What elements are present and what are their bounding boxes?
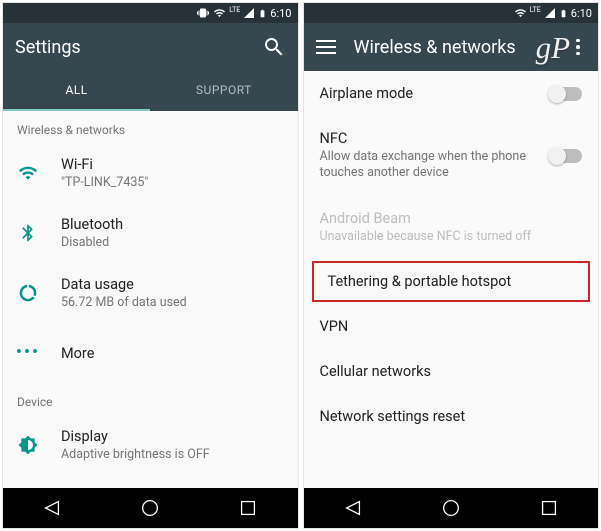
bluetooth-icon: [17, 222, 39, 244]
data-usage-title: Data usage: [61, 276, 284, 293]
settings-screen: LTE 6:10 Settings ALL SUPPORT Wireless &…: [2, 2, 299, 529]
wireless-networks-screen: LTE 6:10 Wireless & networks gP Airplane…: [303, 2, 600, 529]
vpn-item[interactable]: VPN: [304, 304, 599, 349]
status-bar: LTE 6:10: [304, 3, 599, 23]
app-bar: Wireless & networks: [304, 23, 599, 71]
wifi-title: Wi-Fi: [61, 156, 284, 173]
notifications-item[interactable]: Notifications All apps allowed to send: [3, 475, 298, 488]
nav-bar: [304, 488, 599, 528]
overview-button[interactable]: [237, 497, 259, 519]
bluetooth-item[interactable]: Bluetooth Disabled: [3, 203, 298, 263]
more-item[interactable]: ••• More: [3, 323, 298, 383]
hamburger-icon[interactable]: [316, 40, 336, 54]
clock: 6:10: [571, 7, 592, 20]
display-icon: [17, 434, 39, 456]
home-button[interactable]: [139, 497, 161, 519]
back-button[interactable]: [41, 497, 63, 519]
signal-icon: [243, 7, 255, 19]
wifi-setting-icon: [17, 162, 39, 184]
tethering-item[interactable]: Tethering & portable hotspot: [312, 261, 591, 302]
wifi-sub: "TP-LINK_7435": [61, 175, 284, 190]
beam-title: Android Beam: [320, 210, 583, 227]
lte-label: LTE: [229, 6, 240, 14]
display-sub: Adaptive brightness is OFF: [61, 447, 284, 462]
battery-icon: [258, 7, 267, 20]
home-button[interactable]: [440, 497, 462, 519]
tab-all[interactable]: ALL: [3, 71, 150, 111]
bluetooth-title: Bluetooth: [61, 216, 284, 233]
wireless-list: Airplane mode NFC Allow data exchange wh…: [304, 71, 599, 488]
signal-icon: [544, 7, 556, 19]
nfc-item[interactable]: NFC Allow data exchange when the phone t…: [304, 116, 599, 196]
beam-sub: Unavailable because NFC is turned off: [320, 229, 583, 245]
data-usage-item[interactable]: Data usage 56.72 MB of data used: [3, 263, 298, 323]
wifi-icon: [514, 7, 527, 19]
overview-button[interactable]: [538, 497, 560, 519]
page-title: Settings: [15, 37, 262, 58]
cellular-title: Cellular networks: [320, 363, 583, 380]
nav-bar: [3, 488, 298, 528]
nfc-title: NFC: [320, 130, 539, 147]
wifi-item[interactable]: Wi-Fi "TP-LINK_7435": [3, 143, 298, 203]
more-icon: •••: [17, 342, 39, 364]
clock: 6:10: [270, 7, 291, 20]
back-button[interactable]: [342, 497, 364, 519]
data-usage-sub: 56.72 MB of data used: [61, 295, 284, 310]
network-reset-item[interactable]: Network settings reset: [304, 394, 599, 439]
section-header-device: Device: [3, 383, 298, 415]
nfc-toggle[interactable]: [550, 149, 582, 163]
data-usage-icon: [17, 282, 39, 304]
airplane-mode-item[interactable]: Airplane mode: [304, 71, 599, 116]
nfc-sub: Allow data exchange when the phone touch…: [320, 149, 539, 182]
section-header-wireless: Wireless & networks: [3, 111, 298, 143]
app-bar: Settings ALL SUPPORT: [3, 23, 298, 111]
page-title: Wireless & networks: [354, 37, 571, 58]
reset-title: Network settings reset: [320, 408, 583, 425]
status-bar: LTE 6:10: [3, 3, 298, 23]
cellular-item[interactable]: Cellular networks: [304, 349, 599, 394]
airplane-title: Airplane mode: [320, 85, 539, 102]
more-title: More: [61, 345, 284, 362]
battery-icon: [559, 7, 568, 20]
tethering-title: Tethering & portable hotspot: [328, 273, 575, 290]
vibrate-icon: [196, 7, 210, 19]
airplane-toggle[interactable]: [550, 87, 582, 101]
android-beam-item: Android Beam Unavailable because NFC is …: [304, 196, 599, 259]
lte-label: LTE: [530, 6, 541, 14]
display-title: Display: [61, 428, 284, 445]
vpn-title: VPN: [320, 318, 583, 335]
bluetooth-sub: Disabled: [61, 235, 284, 250]
settings-list: Wireless & networks Wi-Fi "TP-LINK_7435"…: [3, 111, 298, 488]
wifi-icon: [213, 7, 226, 19]
tab-support[interactable]: SUPPORT: [150, 71, 297, 111]
overflow-menu-icon[interactable]: [570, 39, 586, 56]
search-icon[interactable]: [262, 35, 286, 59]
display-item[interactable]: Display Adaptive brightness is OFF: [3, 415, 298, 475]
tab-bar: ALL SUPPORT: [3, 71, 298, 111]
